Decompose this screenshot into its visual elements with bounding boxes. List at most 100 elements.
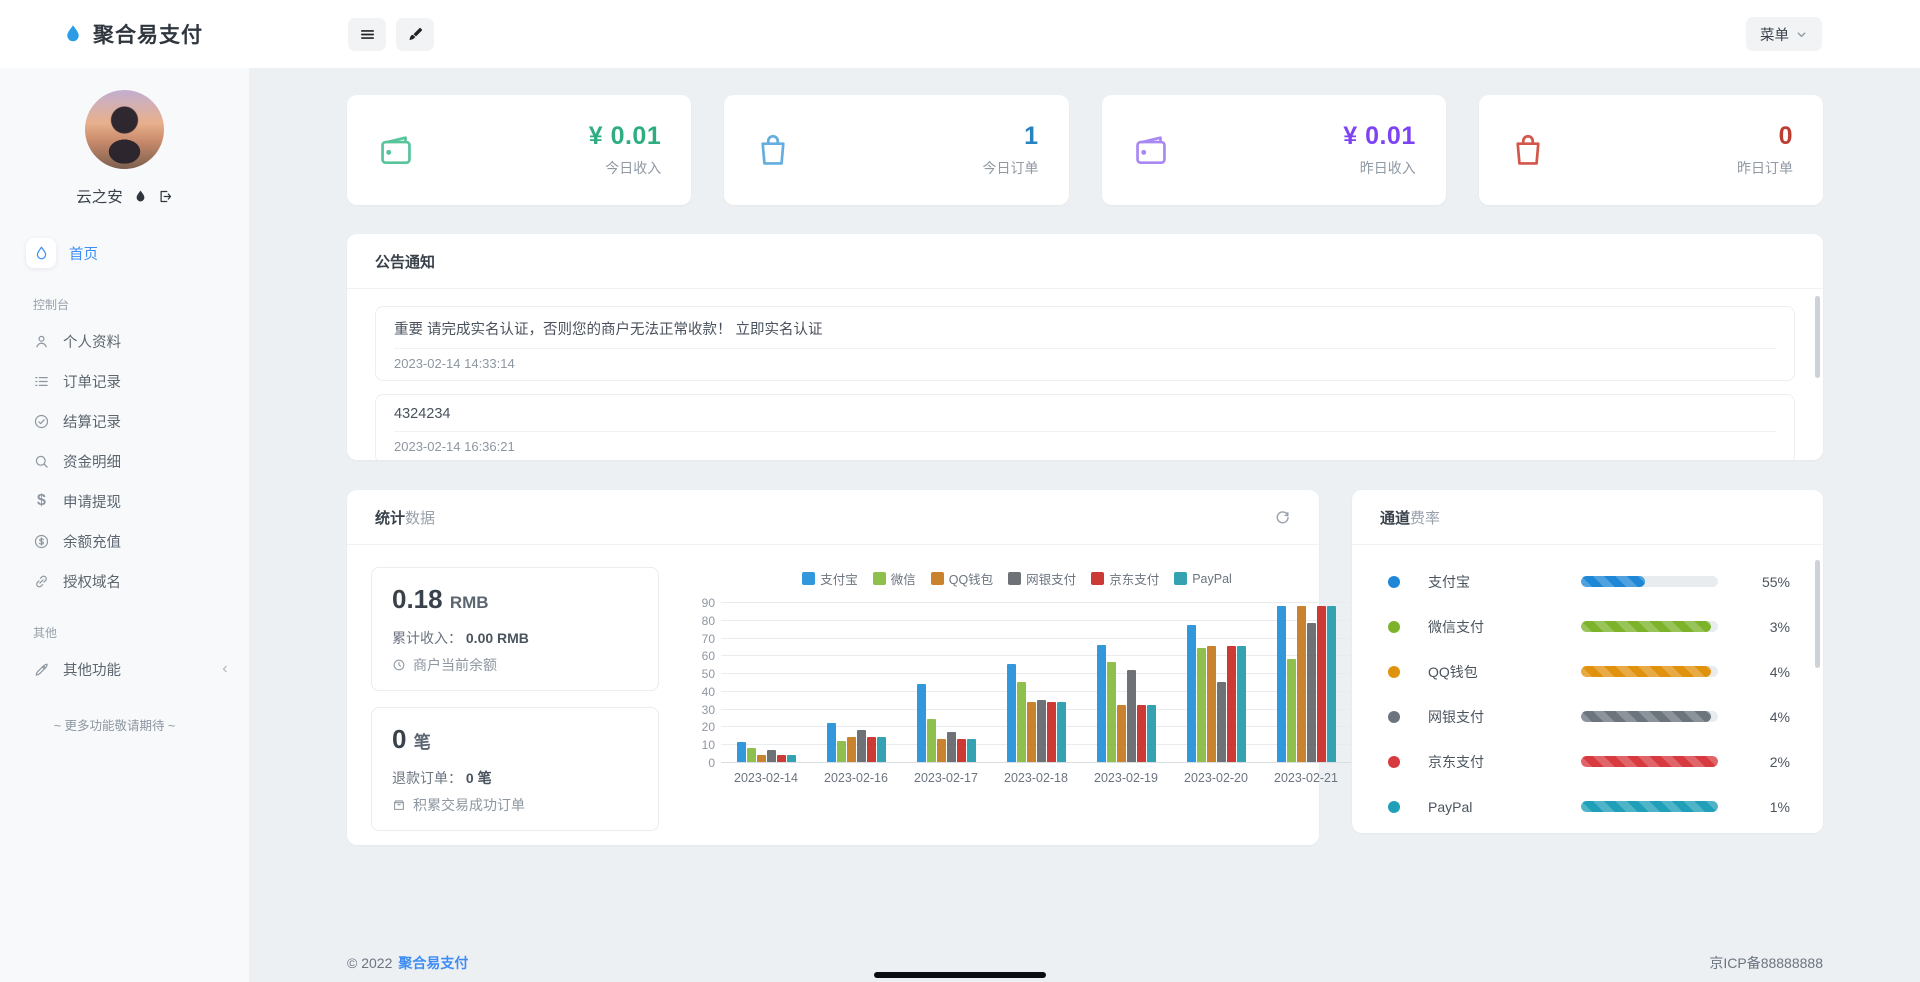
balance-value: 0.18 RMB: [392, 584, 638, 615]
balance-caption: 商户当前余额: [392, 655, 638, 675]
bar-PayPal: [967, 739, 976, 762]
sidebar-item-home[interactable]: 首页: [33, 233, 249, 273]
legend-item[interactable]: PayPal: [1174, 569, 1232, 588]
sidebar-item-label: 授权域名: [63, 571, 121, 592]
box-icon: [392, 798, 406, 812]
wallet-icon: [377, 131, 415, 169]
sidebar-item-label: 个人资料: [63, 331, 121, 352]
bar-group: [1007, 602, 1066, 762]
check-circle-icon: [33, 413, 50, 430]
brush-icon: [407, 26, 424, 43]
x-axis-label: 2023-02-18: [991, 771, 1081, 785]
bar-group: [917, 602, 976, 762]
channel-rate-value: 1%: [1752, 799, 1790, 815]
sidebar-item-rocket[interactable]: 其他功能: [33, 649, 249, 689]
stat-label: 今日订单: [983, 158, 1039, 178]
legend-label: 网银支付: [1026, 569, 1076, 588]
bar-QQ钱包: [1297, 606, 1306, 762]
legend-item[interactable]: 微信: [873, 569, 916, 588]
bar-微信: [747, 748, 756, 762]
channel-rate-value: 4%: [1752, 664, 1790, 680]
wallet-icon: [1132, 131, 1170, 169]
refresh-icon[interactable]: [1274, 509, 1291, 526]
statistics-title: 统计数据: [375, 507, 435, 528]
stat-cards-row: ¥ 0.01今日收入1今日订单¥ 0.01昨日收入0昨日订单: [347, 95, 1823, 205]
bar-支付宝: [1187, 625, 1196, 762]
channel-rate-row: 微信支付3%: [1352, 604, 1823, 649]
channel-progress: [1581, 801, 1718, 812]
legend-swatch: [873, 572, 886, 585]
logout-icon[interactable]: [158, 189, 173, 204]
droplet-logo-icon: [62, 23, 84, 45]
legend-item[interactable]: 京东支付: [1091, 569, 1159, 588]
sidebar: 云之安 首页控制台个人资料订单记录结算记录资金明细$申请提现余额充值授权域名其他…: [0, 68, 250, 982]
user-avatar[interactable]: [85, 90, 164, 169]
legend-swatch: [1091, 572, 1104, 585]
legend-item[interactable]: QQ钱包: [931, 569, 993, 588]
clock-icon: [392, 658, 406, 672]
home-indicator-bar: [874, 972, 1046, 978]
channel-rates-scrollbar[interactable]: [1815, 560, 1820, 668]
bar-QQ钱包: [1207, 646, 1216, 762]
stat-card-body: ¥ 0.01昨日收入: [1343, 122, 1416, 178]
channel-dot: [1388, 801, 1400, 813]
hamburger-icon: [359, 26, 376, 43]
channel-rate-value: 3%: [1752, 619, 1790, 635]
bar-group: [1277, 602, 1336, 762]
bar-支付宝: [827, 723, 836, 762]
coin-icon: [33, 533, 50, 550]
sidebar-item-list[interactable]: 订单记录: [33, 361, 249, 401]
channel-progress: [1581, 666, 1718, 677]
footer-brand-link[interactable]: 聚合易支付: [398, 953, 468, 973]
page-footer: © 2022 聚合易支付 京ICP备88888888: [347, 953, 1823, 973]
legend-swatch: [931, 572, 944, 585]
bar-网银支付: [1037, 700, 1046, 762]
announcement-item[interactable]: 43242342023-02-14 16:36:21: [375, 394, 1795, 460]
droplet-icon: [26, 238, 56, 268]
sidebar-item-label: 首页: [69, 243, 98, 264]
channel-progress-fill: [1581, 621, 1711, 632]
sidebar-item-link[interactable]: 授权域名: [33, 561, 249, 601]
announcement-divider: [394, 348, 1776, 349]
bar-京东支付: [1227, 646, 1236, 762]
y-axis-tick: 60: [685, 649, 715, 663]
menu-dropdown-label: 菜单: [1760, 24, 1789, 45]
legend-item[interactable]: 支付宝: [802, 569, 858, 588]
channel-rate-value: 55%: [1752, 574, 1790, 590]
droplet-mini-icon[interactable]: [133, 189, 148, 204]
sidebar-item-coin[interactable]: 余额充值: [33, 521, 249, 561]
dollar-icon: $: [33, 493, 50, 510]
stat-label: 昨日订单: [1737, 158, 1793, 178]
sidebar-item-label: 申请提现: [63, 491, 121, 512]
menu-dropdown-button[interactable]: 菜单: [1746, 17, 1822, 51]
brand-logo[interactable]: 聚合易支付: [0, 19, 250, 49]
icp-number: 京ICP备88888888: [1709, 953, 1823, 973]
x-axis-label: 2023-02-21: [1261, 771, 1351, 785]
sidebar-item-user[interactable]: 个人资料: [33, 321, 249, 361]
announcements-scrollbar[interactable]: [1815, 296, 1820, 378]
sidebar-toggle-button[interactable]: [348, 18, 386, 51]
bar-网银支付: [857, 730, 866, 762]
channel-rate-row: 京东支付2%: [1352, 739, 1823, 784]
bar-网银支付: [1217, 682, 1226, 762]
x-axis-label: 2023-02-17: [901, 771, 991, 785]
y-axis-tick: 50: [685, 667, 715, 681]
bar-PayPal: [1327, 606, 1336, 762]
bar-微信: [1107, 662, 1116, 762]
announcement-time: 2023-02-14 14:33:14: [394, 356, 1776, 371]
user-name: 云之安: [76, 185, 123, 207]
announcement-item[interactable]: 重要 请完成实名认证，否则您的商户无法正常收款！ 立即实名认证2023-02-1…: [375, 306, 1795, 381]
theme-button[interactable]: [396, 18, 434, 51]
stat-label: 今日收入: [589, 158, 662, 178]
legend-item[interactable]: 网银支付: [1008, 569, 1076, 588]
stat-card: 0昨日订单: [1479, 95, 1823, 205]
balance-panel: 0.18 RMB 累计收入： 0.00 RMB 商户当前余额: [371, 567, 659, 691]
stat-value: ¥ 0.01: [589, 122, 662, 151]
gridline: [721, 762, 1351, 763]
bar-PayPal: [787, 755, 796, 762]
x-axis-label: 2023-02-14: [721, 771, 811, 785]
bar-QQ钱包: [1027, 702, 1036, 762]
sidebar-item-dollar[interactable]: $ 申请提现: [33, 481, 249, 521]
sidebar-item-check-circle[interactable]: 结算记录: [33, 401, 249, 441]
sidebar-item-search[interactable]: 资金明细: [33, 441, 249, 481]
